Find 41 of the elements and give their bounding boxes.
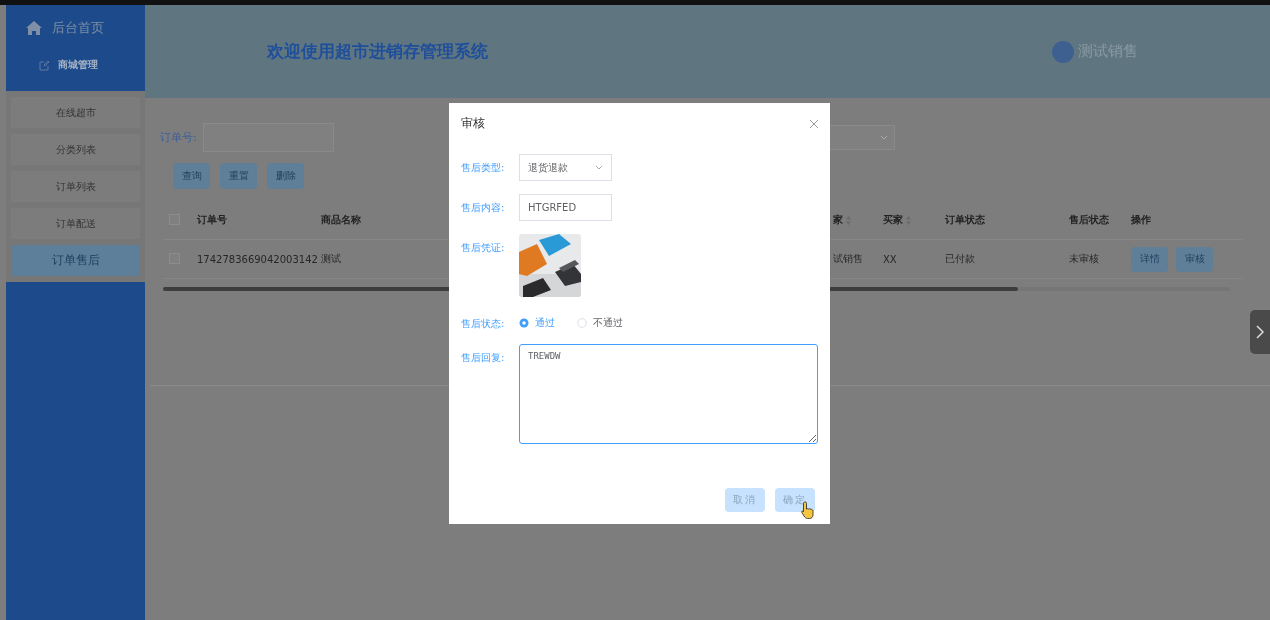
confirm-button[interactable]: 确定 bbox=[775, 488, 815, 512]
column-header: 买家 bbox=[883, 213, 903, 227]
table-cell: 未审核 bbox=[1069, 252, 1099, 266]
field-label: 售后凭证: bbox=[461, 241, 506, 255]
sidebar-item[interactable]: 分类列表 bbox=[11, 134, 140, 165]
status-radio[interactable]: 不通过 bbox=[577, 315, 623, 330]
radio-icon bbox=[519, 317, 529, 328]
home-link[interactable]: 后台首页 bbox=[52, 19, 104, 37]
table-cell: 已付款 bbox=[945, 252, 975, 266]
field-label: 售后类型: bbox=[461, 161, 506, 175]
column-header: 售后状态 bbox=[1069, 213, 1109, 227]
chevron-down-icon bbox=[879, 134, 888, 141]
field-label: 售后回复: bbox=[461, 351, 506, 365]
home-icon[interactable] bbox=[26, 21, 42, 35]
sidebar-item[interactable]: 在线超市 bbox=[11, 97, 140, 128]
dialog-title: 审核 bbox=[461, 115, 485, 132]
table-cell: XX bbox=[883, 253, 897, 265]
close-icon[interactable] bbox=[810, 119, 818, 128]
column-header: 操作 bbox=[1131, 213, 1151, 227]
column-header: 家 bbox=[833, 213, 843, 227]
reply-field[interactable]: TREWDW bbox=[519, 344, 818, 444]
expand-tab[interactable] bbox=[1250, 310, 1270, 354]
chevron-right-icon bbox=[1256, 325, 1264, 339]
avatar[interactable] bbox=[1052, 40, 1074, 63]
status-radio[interactable]: 通过 bbox=[519, 315, 555, 330]
page-title: 欢迎使用超市进销存管理系统 bbox=[267, 40, 489, 63]
table-cell: 试销售 bbox=[833, 252, 863, 266]
field-label: 售后状态: bbox=[461, 317, 506, 331]
type-select[interactable]: 退货退款 bbox=[519, 154, 612, 181]
table-cell: 测试 bbox=[321, 252, 341, 266]
field-label: 售后内容: bbox=[461, 201, 506, 215]
edit-icon bbox=[39, 59, 50, 71]
menu-section[interactable]: 商城管理 bbox=[58, 58, 98, 72]
table-cell: 1742783669042003142 bbox=[197, 253, 318, 265]
column-header: 订单状态 bbox=[945, 213, 985, 227]
chevron-down-icon bbox=[595, 164, 603, 171]
content-field[interactable]: HTGRFED bbox=[519, 194, 612, 221]
column-header: 订单号 bbox=[197, 213, 227, 227]
radio-icon bbox=[577, 317, 587, 328]
column-header: 商品名称 bbox=[321, 213, 361, 227]
sidebar-item[interactable]: 订单售后 bbox=[11, 245, 140, 276]
